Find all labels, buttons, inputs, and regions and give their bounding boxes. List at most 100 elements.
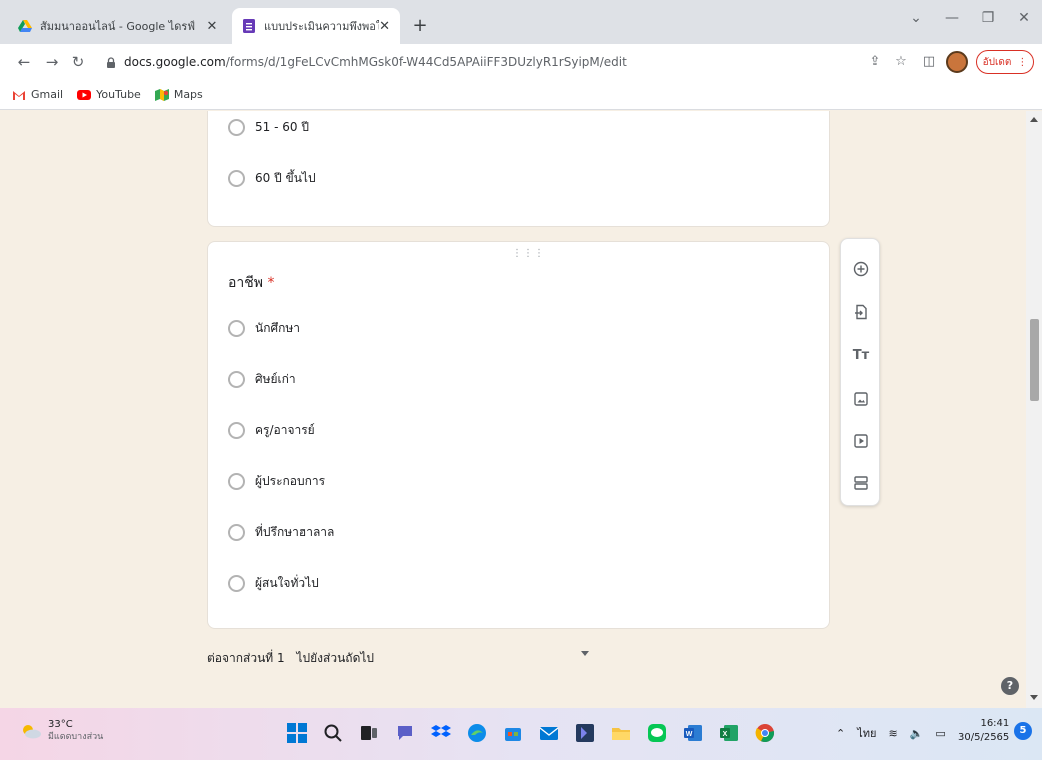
add-question-icon[interactable]: [851, 259, 871, 279]
radio-button[interactable]: [228, 524, 245, 541]
wifi-icon[interactable]: ≋: [888, 727, 897, 740]
option-alumni[interactable]: ศิษย์เก่า: [228, 370, 296, 389]
option-student[interactable]: นักศึกษา: [228, 319, 300, 338]
radio-button[interactable]: [228, 119, 245, 136]
chevron-up-icon[interactable]: ⌃: [836, 727, 845, 740]
radio-button[interactable]: [228, 473, 245, 490]
tab-google-drive[interactable]: สัมมนาออนไลน์ - Google ไดรฟ์ ✕: [8, 8, 230, 44]
option-60-plus[interactable]: 60 ปี ขึ้นไป: [228, 169, 316, 188]
option-teacher[interactable]: ครู/อาจารย์: [228, 421, 315, 440]
update-button[interactable]: อัปเดต ⋮: [976, 50, 1034, 74]
battery-icon[interactable]: ▭: [935, 727, 945, 740]
tab-google-form[interactable]: แบบประเมินความพึงพอใจต่อการสัมมนา ✕: [232, 8, 400, 44]
question-text: อาชีพ: [228, 275, 263, 291]
option-label: ที่ปรึกษาฮาลาล: [255, 525, 335, 539]
scroll-up-icon[interactable]: [1030, 117, 1038, 122]
weather-widget[interactable]: 33°C มีแดดบางส่วน: [20, 718, 103, 744]
add-image-icon[interactable]: [851, 389, 871, 409]
option-label: ครู/อาจารย์: [255, 423, 315, 437]
add-video-icon[interactable]: [851, 431, 871, 451]
share-icon[interactable]: ⇪: [866, 54, 884, 69]
previous-question-card[interactable]: 51 - 60 ปี 60 ปี ขึ้นไป: [207, 111, 830, 227]
bookmark-youtube[interactable]: YouTube: [77, 88, 141, 101]
power-automate-icon[interactable]: [572, 720, 598, 746]
line-icon[interactable]: [644, 720, 670, 746]
clock[interactable]: 16:41 30/5/2565: [958, 717, 1009, 745]
task-view-icon[interactable]: [356, 720, 382, 746]
minimize-icon[interactable]: —: [940, 10, 964, 26]
tab-title: แบบประเมินความพึงพอใจต่อการสัมมนา: [264, 20, 380, 33]
restore-icon[interactable]: ❐: [976, 10, 1000, 26]
back-icon[interactable]: ←: [14, 52, 34, 72]
reload-icon[interactable]: ↻: [68, 52, 88, 72]
windows-taskbar: 33°C มีแดดบางส่วน W X ⌃ ไทย ≋ 🔈 ▭ 16:41 …: [0, 708, 1042, 760]
bookmark-label: Maps: [173, 88, 203, 101]
browser-toolbar: ← → ↻ docs.google.com/forms/d/1gFeLCvCmh…: [0, 44, 1042, 80]
close-tab-icon[interactable]: ✕: [379, 19, 390, 34]
radio-button[interactable]: [228, 422, 245, 439]
drag-handle-icon[interactable]: ⋮⋮⋮: [512, 248, 545, 259]
page-scrollbar[interactable]: [1026, 111, 1042, 708]
bookmark-maps[interactable]: Maps: [154, 88, 203, 101]
google-drive-icon: [18, 20, 32, 32]
date: 30/5/2565: [958, 732, 1010, 743]
close-window-icon[interactable]: ✕: [1012, 10, 1036, 26]
new-tab-icon[interactable]: +: [408, 14, 432, 38]
address-bar[interactable]: docs.google.com/forms/d/1gFeLCvCmhMGsk0f…: [96, 49, 864, 75]
notification-badge[interactable]: 5: [1014, 722, 1032, 740]
gmail-icon: [13, 90, 25, 100]
add-section-icon[interactable]: [851, 473, 871, 493]
option-51-60[interactable]: 51 - 60 ปี: [228, 118, 309, 137]
option-label: ผู้ประกอบการ: [255, 474, 326, 488]
lock-icon: [107, 56, 115, 68]
occupation-question-card[interactable]: ⋮⋮⋮ อาชีพ * นักศึกษา ศิษย์เก่า ครู/อาจาร…: [207, 241, 830, 629]
windows-start-icon[interactable]: [284, 720, 310, 746]
import-questions-icon[interactable]: [851, 302, 871, 322]
bookmarks-bar: Gmail YouTube Maps: [0, 80, 1042, 110]
scroll-thumb[interactable]: [1030, 319, 1039, 401]
floating-toolbar: Tт: [840, 238, 880, 506]
weather-description: มีแดดบางส่วน: [48, 732, 104, 742]
chrome-icon[interactable]: [752, 720, 778, 746]
side-panel-icon[interactable]: ◫: [920, 54, 938, 69]
forward-icon[interactable]: →: [42, 52, 62, 72]
excel-icon[interactable]: X: [716, 720, 742, 746]
option-halal-consultant[interactable]: ที่ปรึกษาฮาลาล: [228, 523, 334, 542]
store-icon[interactable]: [500, 720, 526, 746]
close-tab-icon[interactable]: ✕: [204, 19, 220, 34]
bookmark-star-icon[interactable]: ☆: [892, 54, 910, 69]
maps-icon: [154, 88, 169, 101]
form-editor-canvas: 51 - 60 ปี 60 ปี ขึ้นไป ⋮⋮⋮ อาชีพ * นักศ…: [0, 111, 1042, 708]
after-section-selector[interactable]: ต่อจากส่วนที่ 1 ไปยังส่วนถัดไป: [207, 649, 374, 668]
tab-strip: สัมมนาออนไลน์ - Google ไดรฟ์ ✕ แบบประเมิ…: [0, 0, 1042, 44]
bookmark-gmail[interactable]: Gmail: [12, 88, 63, 101]
option-label: 60 ปี ขึ้นไป: [255, 171, 316, 185]
option-label: ผู้สนใจทั่วไป: [255, 576, 319, 590]
dropdown-arrow-icon[interactable]: [581, 651, 589, 656]
radio-button[interactable]: [228, 575, 245, 592]
radio-button[interactable]: [228, 170, 245, 187]
option-entrepreneur[interactable]: ผู้ประกอบการ: [228, 472, 325, 491]
radio-button[interactable]: [228, 371, 245, 388]
option-label: นักศึกษา: [255, 321, 300, 335]
help-icon[interactable]: ?: [1001, 677, 1019, 695]
language-indicator[interactable]: ไทย: [857, 724, 876, 742]
option-general-public[interactable]: ผู้สนใจทั่วไป: [228, 574, 319, 593]
tab-search-icon[interactable]: ⌄: [904, 10, 928, 26]
system-tray: ⌃ ไทย ≋ 🔈 ▭: [836, 724, 946, 742]
profile-avatar[interactable]: [946, 51, 968, 73]
radio-button[interactable]: [228, 320, 245, 337]
dropbox-icon[interactable]: [428, 720, 454, 746]
word-icon[interactable]: W: [680, 720, 706, 746]
search-icon[interactable]: [320, 720, 346, 746]
edge-icon[interactable]: [464, 720, 490, 746]
scroll-down-icon[interactable]: [1030, 695, 1038, 700]
mail-icon[interactable]: [536, 720, 562, 746]
file-explorer-icon[interactable]: [608, 720, 634, 746]
url-host: docs.google.com: [124, 55, 226, 69]
partly-sunny-icon: [23, 725, 41, 739]
volume-icon[interactable]: 🔈: [910, 727, 924, 740]
teams-chat-icon[interactable]: [392, 720, 418, 746]
more-vert-icon: ⋮: [1017, 56, 1028, 68]
add-title-icon[interactable]: Tт: [851, 345, 871, 365]
